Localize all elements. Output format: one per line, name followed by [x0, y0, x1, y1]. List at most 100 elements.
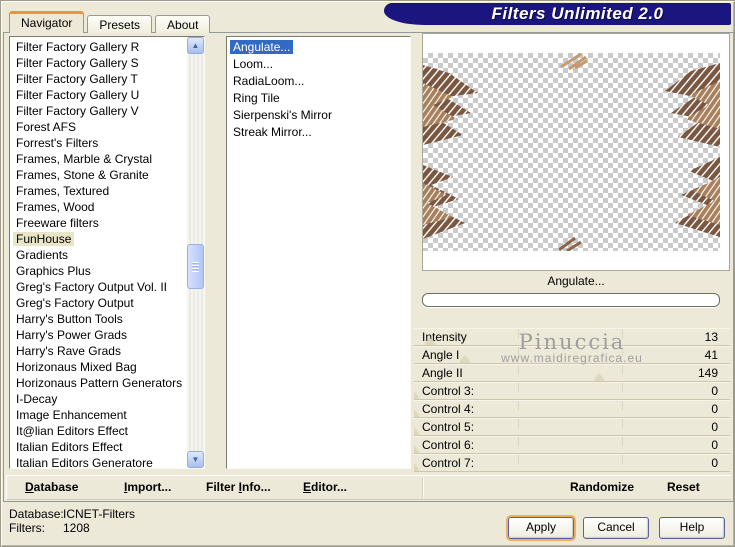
filter-info-button[interactable]: Filter Info...	[206, 480, 271, 494]
slider-thumb-icon[interactable]	[414, 428, 419, 435]
preview-box	[422, 33, 730, 271]
filter-item[interactable]: Loom...	[230, 56, 410, 73]
category-item-label: Frames, Wood	[16, 200, 95, 214]
category-item[interactable]: It@lian Editors Effect	[13, 423, 204, 439]
parameter-slider[interactable]: Control 5: 0	[414, 418, 730, 436]
import-button[interactable]: Import...	[124, 480, 171, 494]
parameter-value: 149	[697, 366, 718, 380]
tab[interactable]: About	[155, 15, 211, 33]
category-item-label: Forest AFS	[16, 120, 77, 134]
parameter-slider[interactable]: Angle I 41	[414, 346, 730, 364]
category-item[interactable]: Italian Editors Effect	[13, 439, 204, 455]
filter-item[interactable]: Ring Tile	[230, 90, 410, 107]
category-item[interactable]: Frames, Stone & Granite	[13, 167, 204, 183]
filter-item-label: Sierpenski's Mirror	[233, 108, 332, 122]
category-item-label: Filter Factory Gallery R	[16, 40, 140, 54]
category-item[interactable]: Image Enhancement	[13, 407, 204, 423]
category-item[interactable]: Forest AFS	[13, 119, 204, 135]
category-item[interactable]: Filter Factory Gallery U	[13, 87, 204, 103]
slider-thumb-icon[interactable]	[414, 410, 419, 417]
parameter-label: Control 5:	[422, 420, 475, 434]
slider-thumb-icon[interactable]	[593, 374, 604, 381]
parameter-value: 0	[711, 402, 718, 416]
category-item-label: It@lian Editors Effect	[16, 424, 129, 438]
category-item[interactable]: Gradients	[13, 247, 204, 263]
category-item[interactable]: Harry's Rave Grads	[13, 343, 204, 359]
window-title: Filters Unlimited 2.0	[491, 4, 664, 23]
randomize-button[interactable]: Randomize	[570, 480, 634, 494]
slider-thumb-icon[interactable]	[459, 356, 470, 363]
category-item[interactable]: Harry's Power Grads	[13, 327, 204, 343]
cancel-button[interactable]: Cancel	[583, 517, 649, 539]
scroll-up-button[interactable]: ▲	[187, 37, 204, 54]
filter-item[interactable]: Angulate...	[230, 39, 410, 56]
category-item[interactable]: FunHouse	[13, 231, 204, 247]
progress-bar	[422, 293, 720, 307]
category-item[interactable]: Greg's Factory Output	[13, 295, 204, 311]
category-item[interactable]: Filter Factory Gallery T	[13, 71, 204, 87]
category-item[interactable]: Filter Factory Gallery R	[13, 39, 204, 55]
category-item[interactable]: Horizonaus Pattern Generators	[13, 375, 204, 391]
slider-thumb-icon[interactable]	[414, 446, 419, 453]
category-item[interactable]: Italian Editors Generatore	[13, 455, 204, 468]
filter-item-label: Angulate...	[230, 40, 294, 54]
category-item-label: Horizonaus Mixed Bag	[16, 360, 137, 374]
category-item[interactable]: Harry's Button Tools	[13, 311, 204, 327]
database-status-label: Database:	[9, 507, 64, 521]
category-item-label: Gradients	[16, 248, 69, 262]
tab[interactable]: Presets	[87, 15, 153, 33]
preview-image	[423, 53, 720, 251]
filter-item[interactable]: RadiaLoom...	[230, 73, 410, 90]
parameter-slider[interactable]: Intensity 13	[414, 328, 730, 346]
category-item-label: Harry's Power Grads	[16, 328, 127, 342]
reset-button[interactable]: Reset	[667, 480, 700, 494]
category-item-label: Graphics Plus	[16, 264, 91, 278]
category-item-label: Filter Factory Gallery T	[16, 72, 138, 86]
parameter-value: 13	[704, 330, 718, 344]
category-scrollbar[interactable]: ▲ ▼	[187, 37, 204, 468]
category-item[interactable]: Freeware filters	[13, 215, 204, 231]
category-item[interactable]: I-Decay	[13, 391, 204, 407]
parameter-slider[interactable]: Control 4: 0	[414, 400, 730, 418]
tab-bar: Navigator Presets About	[9, 11, 211, 33]
category-item-label: FunHouse	[13, 232, 75, 246]
parameter-slider[interactable]: Angle II 149	[414, 364, 730, 382]
category-item-label: Frames, Stone & Granite	[16, 168, 149, 182]
filter-list[interactable]: Angulate... Loom... RadiaLoom... Ring Ti…	[226, 36, 411, 469]
scrollbar-thumb[interactable]	[187, 244, 204, 289]
slider-thumb-icon[interactable]	[425, 338, 436, 345]
category-list[interactable]: Filter Factory Gallery R Filter Factory …	[9, 36, 205, 469]
tab-label: About	[167, 18, 199, 32]
slider-thumb-icon[interactable]	[414, 392, 419, 399]
help-button[interactable]: Help	[659, 517, 725, 539]
parameter-value: 0	[711, 456, 718, 470]
category-item[interactable]: Frames, Wood	[13, 199, 204, 215]
title-banner: Filters Unlimited 2.0	[384, 3, 731, 25]
category-item[interactable]: Graphics Plus	[13, 263, 204, 279]
filters-count-value: 1208	[63, 521, 90, 535]
category-item[interactable]: Greg's Factory Output Vol. II	[13, 279, 204, 295]
parameter-label: Angle II	[422, 366, 463, 380]
filter-item-label: Ring Tile	[233, 91, 280, 105]
filter-item[interactable]: Sierpenski's Mirror	[230, 107, 410, 124]
parameter-slider[interactable]: Control 7: 0	[414, 454, 730, 472]
category-item[interactable]: Frames, Textured	[13, 183, 204, 199]
category-item[interactable]: Filter Factory Gallery S	[13, 55, 204, 71]
tab[interactable]: Navigator	[9, 11, 85, 33]
parameter-value: 0	[711, 438, 718, 452]
slider-thumb-icon[interactable]	[414, 464, 419, 471]
category-item[interactable]: Forrest's Filters	[13, 135, 204, 151]
apply-button[interactable]: Apply	[506, 515, 576, 541]
parameter-slider[interactable]: Control 3: 0	[414, 382, 730, 400]
category-item-label: Frames, Textured	[16, 184, 110, 198]
category-item[interactable]: Frames, Marble & Crystal	[13, 151, 204, 167]
parameter-slider[interactable]: Control 6: 0	[414, 436, 730, 454]
category-item[interactable]: Horizonaus Mixed Bag	[13, 359, 204, 375]
database-button[interactable]: Database	[25, 480, 78, 494]
filter-item-label: Streak Mirror...	[233, 125, 312, 139]
parameter-label: Control 3:	[422, 384, 475, 398]
category-item[interactable]: Filter Factory Gallery V	[13, 103, 204, 119]
editor-button[interactable]: Editor...	[303, 480, 347, 494]
scroll-down-button[interactable]: ▼	[187, 451, 204, 468]
filter-item[interactable]: Streak Mirror...	[230, 124, 410, 141]
